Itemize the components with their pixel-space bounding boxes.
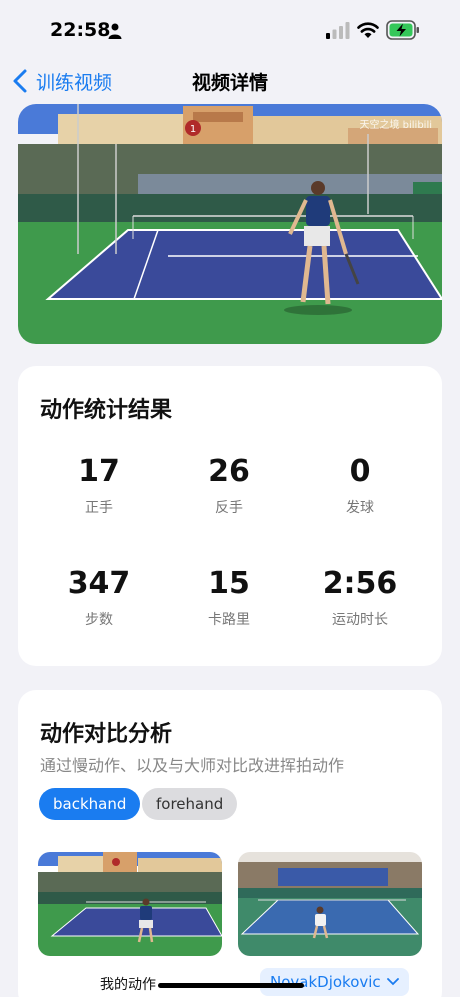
stat-value: 17 (78, 454, 120, 489)
action-compare-card: 动作对比分析 通过慢动作、以及与大师对比改进挥拍动作 backhand fore… (18, 690, 442, 997)
stat-value: 0 (349, 454, 371, 489)
action-stats-card: 动作统计结果 17 正手 26 反手 0 发球 347 步数 15 卡路里 2:… (18, 366, 442, 666)
navigation-bar: 训练视频 视频详情 (0, 58, 460, 102)
stats-title: 动作统计结果 (40, 398, 173, 423)
page-title: 视频详情 (191, 72, 268, 94)
stat-label: 发球 (346, 500, 374, 516)
stat-value: 26 (208, 454, 250, 489)
pro-player-select[interactable]: NovakDjokovic (260, 968, 409, 996)
compare-title: 动作对比分析 (40, 722, 173, 747)
stat-value: 347 (67, 566, 131, 601)
status-time: 22:58 (50, 19, 111, 41)
my-action-label: 我的动作 (100, 977, 156, 993)
stat-backhand: 26 反手 (169, 454, 289, 517)
tennis-court-image: 1 (18, 104, 442, 344)
stat-label: 运动时长 (332, 612, 388, 628)
stadium-number: 1 (190, 124, 196, 135)
training-video-player[interactable]: 1 天空之境 bilibili (18, 104, 442, 344)
chevron-down-icon (386, 978, 399, 986)
stat-label: 反手 (215, 500, 243, 516)
pro-action-thumbnail[interactable] (238, 852, 422, 956)
video-watermark: 天空之境 bilibili (359, 120, 432, 131)
home-indicator[interactable] (158, 983, 304, 988)
pro-player-name: NovakDjokovic (270, 973, 381, 991)
my-action-thumbnail[interactable] (38, 852, 222, 956)
stat-label: 步数 (85, 612, 113, 628)
chip-forehand[interactable]: forehand (142, 788, 238, 820)
status-bar: 22:58 (0, 0, 460, 56)
cellular-signal-icon (326, 22, 350, 39)
battery-charging-icon (386, 20, 419, 40)
chip-backhand[interactable]: backhand (39, 788, 141, 820)
wifi-icon (357, 22, 379, 38)
stat-steps: 347 步数 (39, 566, 159, 629)
stat-value: 2:56 (322, 566, 398, 601)
stat-value: 15 (208, 566, 250, 601)
stat-forehand: 17 正手 (39, 454, 159, 517)
stat-duration: 2:56 运动时长 (300, 566, 420, 629)
stat-label: 正手 (85, 500, 113, 516)
stat-serve: 0 发球 (300, 454, 420, 517)
stat-label: 卡路里 (208, 612, 250, 628)
person-icon (108, 23, 122, 39)
compare-subtitle: 通过慢动作、以及与大师对比改进挥拍动作 (40, 756, 345, 775)
stat-calories: 15 卡路里 (169, 566, 289, 629)
pro-action-image (238, 852, 422, 956)
my-action-image (38, 852, 222, 956)
